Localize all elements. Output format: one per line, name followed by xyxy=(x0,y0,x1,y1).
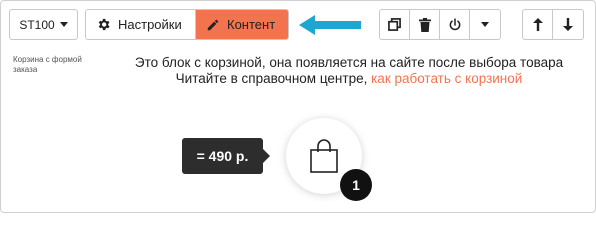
content-label: Контент xyxy=(227,17,276,32)
gear-icon xyxy=(98,18,110,31)
move-down-button[interactable] xyxy=(553,10,583,39)
more-actions-dropdown[interactable] xyxy=(470,10,500,39)
settings-label: Настройки xyxy=(118,17,182,32)
settings-content-toggle: Настройки Контент xyxy=(85,9,289,40)
block-hint: Это блок с корзиной, она появляется на с… xyxy=(111,55,587,87)
shopping-bag-icon xyxy=(310,139,338,173)
block-actions-group xyxy=(379,9,501,40)
pointer-arrow-icon xyxy=(299,15,361,35)
block-editor-frame: ST100 Настройки Контент Корзина с формой… xyxy=(0,0,596,213)
hint-line-2: Читайте в справочном центре, как работат… xyxy=(111,71,587,87)
hint-line-1: Это блок с корзиной, она появляется на с… xyxy=(134,55,564,70)
arrow-down-icon xyxy=(563,18,573,31)
arrow-up-icon xyxy=(532,18,543,31)
cart-count-badge: 1 xyxy=(340,169,372,201)
block-name-label: Корзина с формой заказа xyxy=(13,55,82,74)
caret-down-icon xyxy=(59,22,68,27)
chevron-down-icon xyxy=(481,22,489,27)
cart-total-badge: = 490 р. xyxy=(182,138,270,174)
duplicate-button[interactable] xyxy=(380,10,410,39)
move-group xyxy=(522,9,584,40)
hint-line-2-prefix: Читайте в справочном центре, xyxy=(175,71,368,86)
delete-button[interactable] xyxy=(410,10,440,39)
block-code-label: ST100 xyxy=(19,17,55,32)
power-icon xyxy=(449,17,460,30)
settings-button[interactable]: Настройки xyxy=(86,10,196,39)
cart-total-price: = 490 р. xyxy=(196,148,249,164)
badge-tip xyxy=(263,149,270,163)
toggle-visibility-button[interactable] xyxy=(440,10,470,39)
block-code-dropdown[interactable]: ST100 xyxy=(9,9,78,40)
content-button[interactable]: Контент xyxy=(196,10,288,39)
help-center-link[interactable]: как работать с корзиной xyxy=(371,71,522,86)
pencil-icon xyxy=(207,19,219,30)
trash-icon xyxy=(418,17,431,32)
move-up-button[interactable] xyxy=(523,10,553,39)
duplicate-icon xyxy=(388,18,401,31)
